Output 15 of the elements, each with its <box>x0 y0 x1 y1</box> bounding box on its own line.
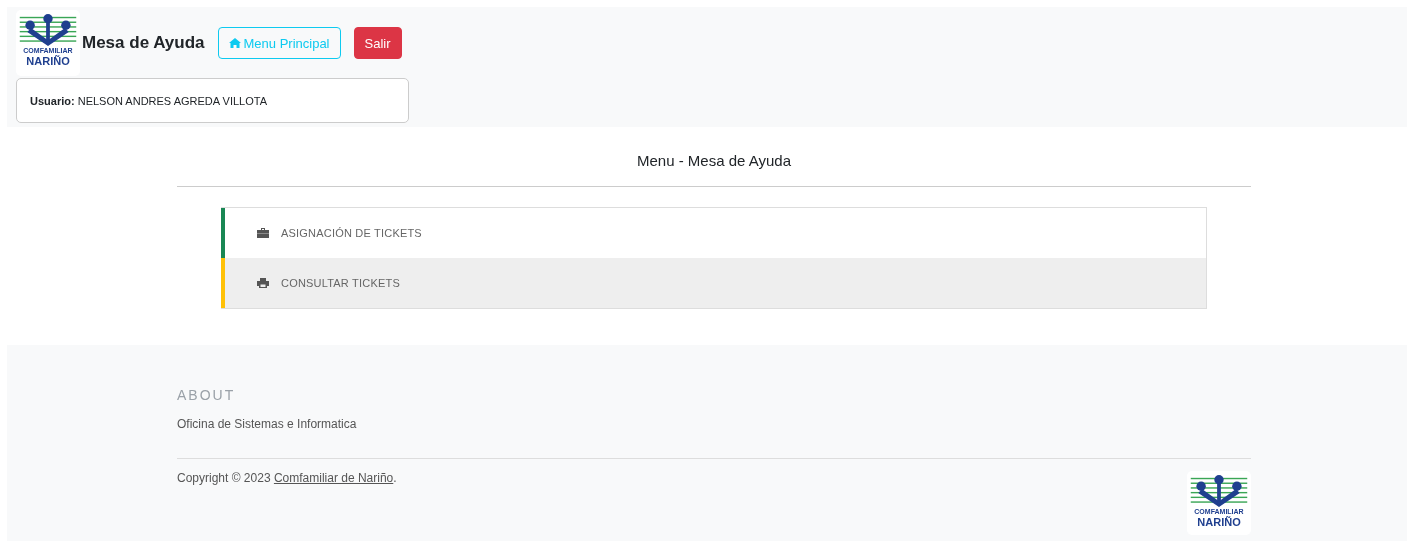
app-title: Mesa de Ayuda <box>82 33 205 53</box>
menu-title: Menu - Mesa de Ayuda <box>177 127 1251 187</box>
printer-icon <box>257 278 269 288</box>
user-info: Usuario: NELSON ANDRES AGREDA VILLOTA <box>30 94 267 107</box>
copyright-text: Copyright © 2023 Comfamiliar de Nariño. <box>177 471 397 485</box>
logo-text: NARIÑO <box>1197 516 1241 528</box>
logout-button[interactable]: Salir <box>353 27 402 59</box>
briefcase-icon <box>257 228 269 238</box>
menu-item[interactable]: CONSULTAR TICKETS <box>221 258 1206 308</box>
home-icon <box>228 38 241 48</box>
footer-text: Oficina de Sistemas e Informatica <box>177 417 358 431</box>
footer-heading: ABOUT <box>177 387 237 403</box>
people-circle-icon <box>1190 475 1248 507</box>
people-circle-icon <box>19 14 77 46</box>
logo-text: NARIÑO <box>26 55 70 67</box>
